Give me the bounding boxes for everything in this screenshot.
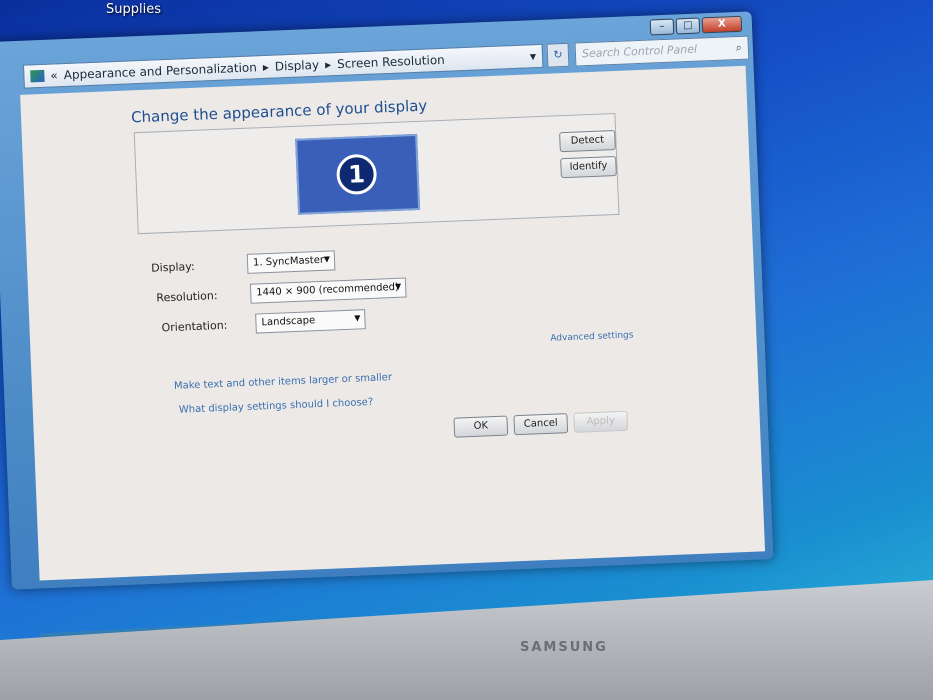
caption-buttons: – □ X [649, 15, 743, 36]
desktop: Supplies – □ X « Appearance and Personal… [0, 0, 933, 640]
orientation-value: Landscape [261, 315, 316, 329]
breadcrumb-screen-resolution[interactable]: Screen Resolution [337, 53, 445, 71]
resolution-select[interactable]: 1440 × 900 (recommended) ▼ [249, 277, 407, 304]
chevron-right-icon: ▸ [324, 57, 332, 72]
display-select[interactable]: 1. SyncMaster ▼ [246, 250, 336, 274]
display-label: Display: [150, 259, 195, 275]
breadcrumb-appearance[interactable]: Appearance and Personalization [63, 60, 257, 82]
chevron-down-icon: ▼ [394, 281, 402, 291]
text-size-link[interactable]: Make text and other items larger or smal… [174, 372, 392, 392]
breadcrumb-overflow[interactable]: « [50, 68, 58, 82]
apply-button[interactable]: Apply [573, 410, 629, 433]
breadcrumb-display[interactable]: Display [275, 58, 320, 74]
orientation-label: Orientation: [161, 318, 228, 335]
resolution-label: Resolution: [156, 289, 218, 305]
minimize-button[interactable]: – [649, 18, 675, 36]
identify-button[interactable]: Identify [560, 155, 617, 179]
chevron-down-icon: ▼ [354, 313, 361, 323]
screen-resolution-window: – □ X « Appearance and Personalization ▸… [0, 11, 774, 590]
monitor-brand-logo: SAMSUNG [520, 640, 608, 655]
control-panel-icon [30, 69, 45, 83]
desktop-icon-supplies[interactable]: Supplies [106, 2, 161, 17]
advanced-settings-link[interactable]: Advanced settings [550, 330, 634, 343]
monitor-1-thumbnail[interactable]: 1 [295, 133, 421, 215]
display-preview: 1 Detect Identify [133, 112, 620, 235]
chevron-down-icon: ▼ [323, 254, 331, 264]
search-icon: ⌕ [735, 40, 743, 55]
chevron-down-icon[interactable]: ▼ [530, 52, 537, 61]
display-value: 1. SyncMaster [252, 254, 325, 269]
resolution-value: 1440 × 900 (recommended) [256, 281, 400, 299]
cancel-button[interactable]: Cancel [513, 413, 569, 436]
content-pane: Change the appearance of your display 1 … [20, 65, 766, 581]
maximize-button[interactable]: □ [675, 17, 701, 35]
refresh-button[interactable]: ↻ [546, 42, 570, 68]
orientation-select[interactable]: Landscape ▼ [255, 309, 366, 334]
ok-button[interactable]: OK [453, 415, 509, 438]
search-placeholder: Search Control Panel [581, 42, 698, 61]
monitor-number: 1 [335, 153, 378, 196]
detect-button[interactable]: Detect [559, 129, 616, 153]
close-button[interactable]: X [701, 15, 743, 34]
display-settings-help-link[interactable]: What display settings should I choose? [179, 397, 374, 416]
search-input[interactable]: Search Control Panel ⌕ [574, 35, 750, 67]
chevron-right-icon: ▸ [262, 59, 270, 75]
